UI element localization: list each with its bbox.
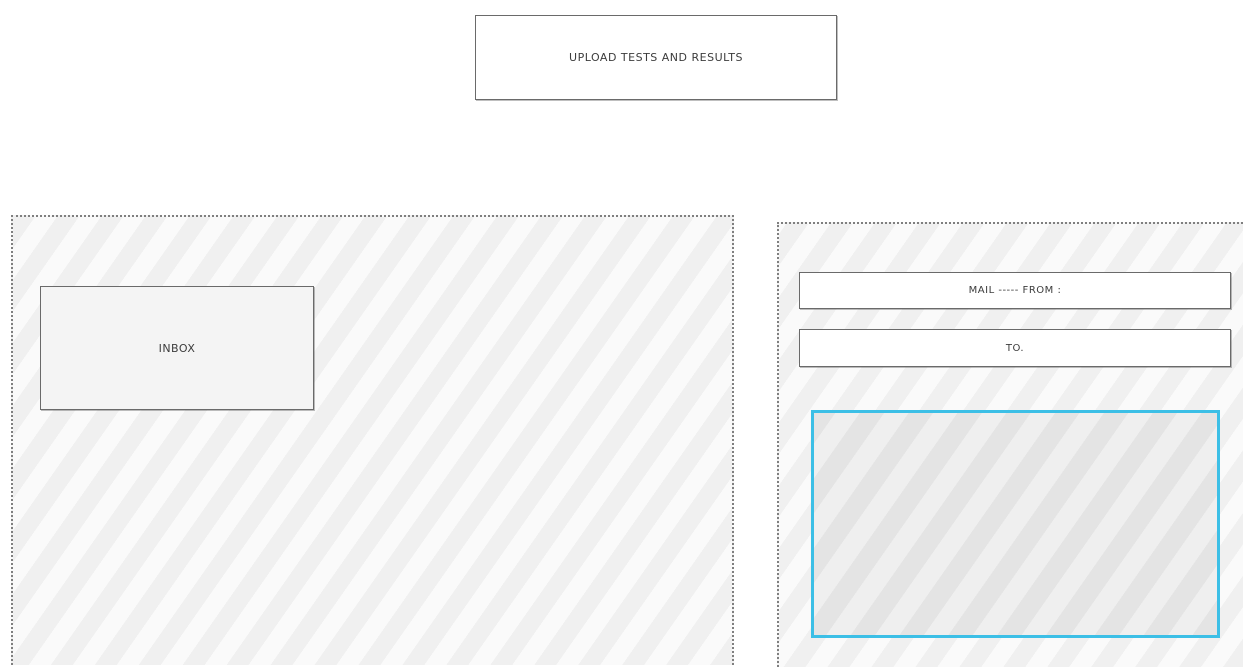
mail-to-field[interactable]: TO. xyxy=(799,329,1231,367)
upload-tests-and-results-button[interactable]: UPLOAD TESTS AND RESULTS xyxy=(475,15,837,100)
mail-from-field[interactable]: MAIL ----- FROM : xyxy=(799,272,1231,309)
mail-from-label: MAIL ----- FROM : xyxy=(968,285,1062,296)
upload-button-label: UPLOAD TESTS AND RESULTS xyxy=(569,51,743,64)
inbox-button[interactable]: INBOX xyxy=(40,286,314,410)
message-body-area[interactable] xyxy=(811,410,1220,638)
inbox-button-label: INBOX xyxy=(158,341,196,355)
inbox-panel xyxy=(11,215,734,665)
mail-to-label: TO. xyxy=(1005,342,1025,354)
